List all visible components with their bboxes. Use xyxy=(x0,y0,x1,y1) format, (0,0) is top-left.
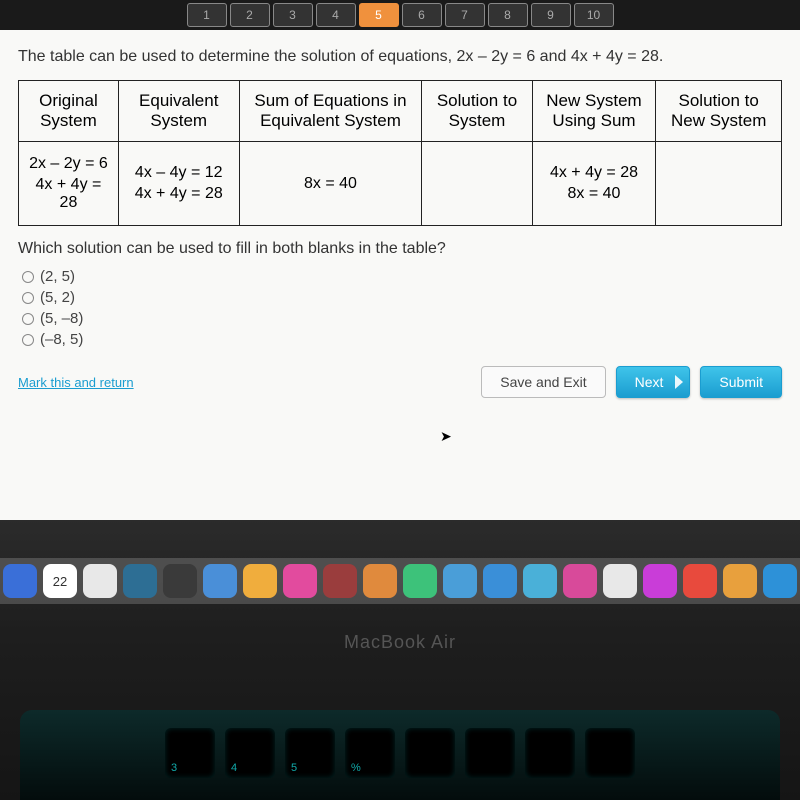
dock-app-icon[interactable] xyxy=(523,564,557,598)
dock-app-icon[interactable] xyxy=(443,564,477,598)
keyboard-key xyxy=(405,728,455,778)
dock-app-icon[interactable] xyxy=(203,564,237,598)
dock-app-icon[interactable] xyxy=(683,564,717,598)
col-new-solution: Solution to New System xyxy=(656,81,782,142)
dock-app-icon[interactable] xyxy=(643,564,677,598)
keyboard-key xyxy=(465,728,515,778)
next-button[interactable]: Next xyxy=(616,366,691,398)
keyboard-key: % xyxy=(345,728,395,778)
radio-icon[interactable] xyxy=(22,292,34,304)
keyboard-key xyxy=(525,728,575,778)
submit-button[interactable]: Submit xyxy=(700,366,782,398)
nav-item-7[interactable]: 7 xyxy=(445,3,485,27)
desk-background: 22 MacBook Air 345% xyxy=(0,520,800,800)
dock-app-icon[interactable] xyxy=(123,564,157,598)
col-equivalent: Equivalent System xyxy=(118,81,239,142)
dock-app-icon[interactable] xyxy=(283,564,317,598)
dock-app-icon[interactable] xyxy=(83,564,117,598)
footer-bar: Mark this and return Save and Exit Next … xyxy=(18,366,782,398)
dock-app-icon[interactable] xyxy=(603,564,637,598)
dock-app-icon[interactable] xyxy=(323,564,357,598)
table-row: 2x – 2y = 6 4x + 4y = 28 4x – 4y = 12 4x… xyxy=(19,142,782,226)
cursor-icon: ➤ xyxy=(440,428,452,445)
table-header-row: Original System Equivalent System Sum of… xyxy=(19,81,782,142)
dock-app-icon[interactable] xyxy=(563,564,597,598)
dock-app-icon[interactable]: 22 xyxy=(43,564,77,598)
radio-icon[interactable] xyxy=(22,334,34,346)
question-panel: The table can be used to determine the s… xyxy=(0,30,800,520)
mark-return-link[interactable]: Mark this and return xyxy=(18,375,134,390)
cell-solution xyxy=(422,142,532,226)
nav-item-10[interactable]: 10 xyxy=(574,3,614,27)
nav-item-4[interactable]: 4 xyxy=(316,3,356,27)
option-b[interactable]: (5, 2) xyxy=(22,289,782,306)
nav-item-9[interactable]: 9 xyxy=(531,3,571,27)
button-group: Save and Exit Next Submit xyxy=(481,366,782,398)
nav-item-1[interactable]: 1 xyxy=(187,3,227,27)
dock-app-icon[interactable] xyxy=(243,564,277,598)
radio-icon[interactable] xyxy=(22,313,34,325)
col-solution: Solution to System xyxy=(422,81,532,142)
keyboard-key: 4 xyxy=(225,728,275,778)
equation-table: Original System Equivalent System Sum of… xyxy=(18,80,782,226)
keyboard-key xyxy=(585,728,635,778)
col-sum: Sum of Equations in Equivalent System xyxy=(239,81,422,142)
answer-options: (2, 5) (5, 2) (5, –8) (–8, 5) xyxy=(22,268,782,348)
radio-icon[interactable] xyxy=(22,271,34,283)
question-nav: 12345678910 xyxy=(0,0,800,30)
macos-dock: 22 xyxy=(0,558,800,604)
cell-sum: 8x = 40 xyxy=(239,142,422,226)
keyboard-key: 3 xyxy=(165,728,215,778)
cell-equivalent: 4x – 4y = 12 4x + 4y = 28 xyxy=(118,142,239,226)
nav-item-3[interactable]: 3 xyxy=(273,3,313,27)
laptop-label: MacBook Air xyxy=(0,632,800,653)
dock-app-icon[interactable] xyxy=(3,564,37,598)
dock-app-icon[interactable] xyxy=(483,564,517,598)
keyboard-key: 5 xyxy=(285,728,335,778)
dock-app-icon[interactable] xyxy=(363,564,397,598)
nav-item-2[interactable]: 2 xyxy=(230,3,270,27)
option-d[interactable]: (–8, 5) xyxy=(22,331,782,348)
nav-item-6[interactable]: 6 xyxy=(402,3,442,27)
sub-question: Which solution can be used to fill in bo… xyxy=(18,240,782,258)
dock-app-icon[interactable] xyxy=(723,564,757,598)
option-a[interactable]: (2, 5) xyxy=(22,268,782,285)
nav-item-8[interactable]: 8 xyxy=(488,3,528,27)
cell-new-system: 4x + 4y = 28 8x = 40 xyxy=(532,142,656,226)
option-c[interactable]: (5, –8) xyxy=(22,310,782,327)
keyboard: 345% xyxy=(20,710,780,800)
dock-app-icon[interactable] xyxy=(763,564,797,598)
dock-app-icon[interactable] xyxy=(403,564,437,598)
cell-new-solution xyxy=(656,142,782,226)
question-text: The table can be used to determine the s… xyxy=(18,48,782,66)
dock-app-icon[interactable] xyxy=(163,564,197,598)
col-new-system: New System Using Sum xyxy=(532,81,656,142)
save-exit-button[interactable]: Save and Exit xyxy=(481,366,605,398)
nav-item-5[interactable]: 5 xyxy=(359,3,399,27)
cell-original: 2x – 2y = 6 4x + 4y = 28 xyxy=(19,142,119,226)
col-original: Original System xyxy=(19,81,119,142)
